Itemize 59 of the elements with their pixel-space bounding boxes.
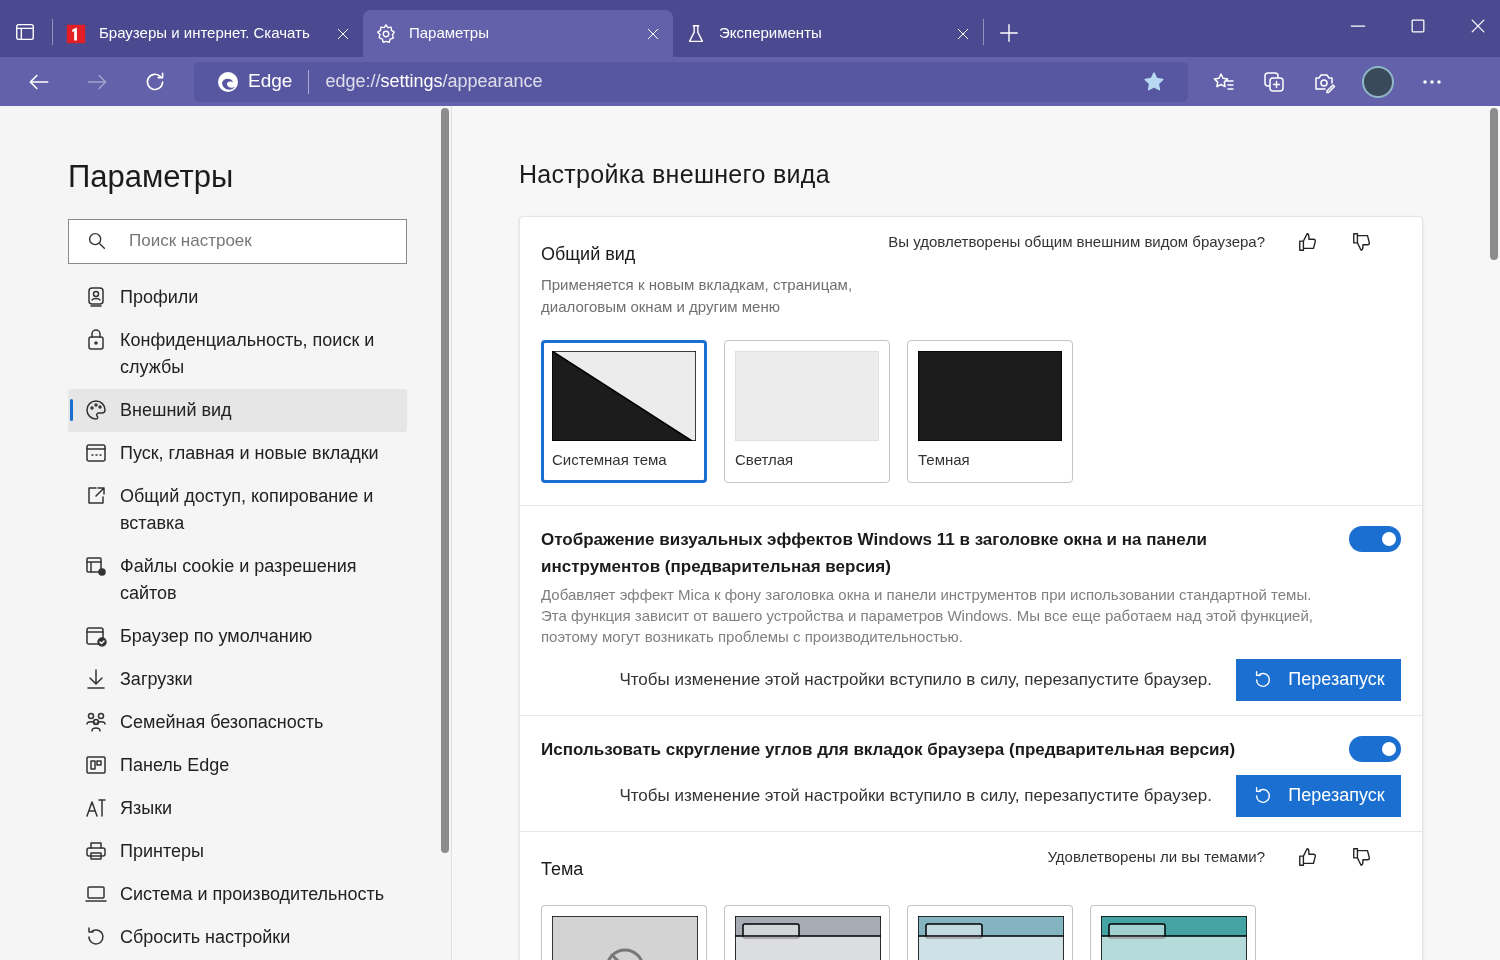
- thumbs-down-icon[interactable]: [1351, 845, 1373, 868]
- theme-swatch[interactable]: [541, 904, 707, 960]
- sidebar-item[interactable]: Браузер по умолчанию: [68, 614, 407, 658]
- restart-button[interactable]: Перезапуск: [1236, 658, 1401, 701]
- thumbs-down-icon[interactable]: [1351, 230, 1373, 253]
- tab-actions-icon[interactable]: [14, 21, 36, 43]
- page-title: Настройка внешнего вида: [519, 159, 831, 190]
- setting-title: Использовать скругление углов для вкладок браузера (предварительная версия): [541, 738, 1237, 761]
- section-title: Общий вид: [541, 242, 636, 266]
- setting-description: Добавляет эффект Mica к фону заголовка окна и панели инструментов при использовании стандартной темы. Эта функция зависит от вашего устройства и параметров Windows. Мы все еще работаем над этой функцией, поэтому могут возникать проблемы с производительностью.: [541, 584, 1314, 647]
- browser-tab[interactable]: Эксперименты: [673, 10, 983, 57]
- download-icon: [84, 666, 108, 691]
- restart-note: Чтобы изменение этой настройки вступило в силу, перезапустите браузер.: [619, 784, 1212, 807]
- sidebar-item[interactable]: Пуск, главная и новые вкладки: [68, 431, 407, 475]
- theme-swatch[interactable]: [907, 904, 1073, 960]
- sidebar-item[interactable]: Семейная безопасность: [68, 700, 407, 744]
- restart-note: Чтобы изменение этой настройки вступило в силу, перезапустите браузер.: [619, 668, 1212, 691]
- url-text[interactable]: edge://settings/appearance: [325, 68, 543, 95]
- thumbs-up-icon[interactable]: [1297, 230, 1319, 253]
- site-logo-icon: [65, 22, 87, 45]
- browser-tab[interactable]: Параметры: [363, 10, 673, 57]
- palette-icon: [84, 397, 108, 422]
- address-bar[interactable]: Edge edge://settings/appearance: [194, 61, 1188, 102]
- browser-tab[interactable]: Браузеры и интернет. Скачать: [53, 10, 363, 57]
- theme-swatch[interactable]: [1090, 904, 1256, 960]
- thumbs-up-icon[interactable]: [1297, 845, 1319, 868]
- setting-title: Отображение визуальных эффектов Windows 11 в заголовке окна и на панели инструментов (предварительная версия): [541, 528, 1208, 578]
- theme-swatch[interactable]: [724, 904, 890, 960]
- collections-icon[interactable]: [1262, 69, 1286, 94]
- theme-option[interactable]: Системная тема: [541, 339, 707, 483]
- sidebar-item[interactable]: Загрузки: [68, 657, 407, 701]
- sidebar-item[interactable]: Конфиденциальность, поиск и службы: [68, 318, 407, 389]
- feedback-question: Вы удовлетворены общим внешним видом браузера?: [888, 231, 1265, 252]
- sidebar-item[interactable]: Система и производительность: [68, 872, 407, 916]
- section-title: Тема: [541, 857, 584, 881]
- sidebar-item[interactable]: Внешний вид: [68, 388, 407, 432]
- scrollbar-thumb[interactable]: [441, 108, 449, 853]
- search-field[interactable]: Поиск настроек: [68, 218, 407, 264]
- sidebar-item[interactable]: Принтеры: [68, 829, 407, 873]
- theme-option[interactable]: Темная: [907, 339, 1073, 483]
- theme-option[interactable]: Светлая: [724, 339, 890, 483]
- sidebar-item[interactable]: Общий доступ, копирование и вставка: [68, 474, 407, 545]
- new-tab-icon[interactable]: [998, 22, 1020, 44]
- scrollbar-thumb[interactable]: [1490, 108, 1498, 260]
- browser-logo-icon: [216, 69, 240, 94]
- feedback-question: Удовлетворены ли вы темами?: [1047, 846, 1265, 867]
- sidebar-item[interactable]: Сбросить настройки: [68, 915, 407, 959]
- profile-avatar[interactable]: [1362, 65, 1394, 98]
- sidebar-item[interactable]: Профили: [68, 275, 407, 319]
- sidebar-item[interactable]: Языки: [68, 786, 407, 830]
- gear-icon: [375, 22, 397, 45]
- site-label: Edge: [248, 69, 293, 94]
- restart-button[interactable]: Перезапуск: [1236, 774, 1401, 817]
- sidebar-title: Параметры: [68, 158, 235, 196]
- toggle-switch[interactable]: [1349, 735, 1401, 762]
- sidebar-item[interactable]: Панель Edge: [68, 743, 407, 787]
- toggle-switch[interactable]: [1349, 525, 1401, 552]
- section-description: Применяется к новым вкладкам, страницам, диалоговым окнам и другим меню: [541, 274, 854, 317]
- sidebar-item[interactable]: Файлы cookie и разрешения сайтов: [68, 544, 407, 615]
